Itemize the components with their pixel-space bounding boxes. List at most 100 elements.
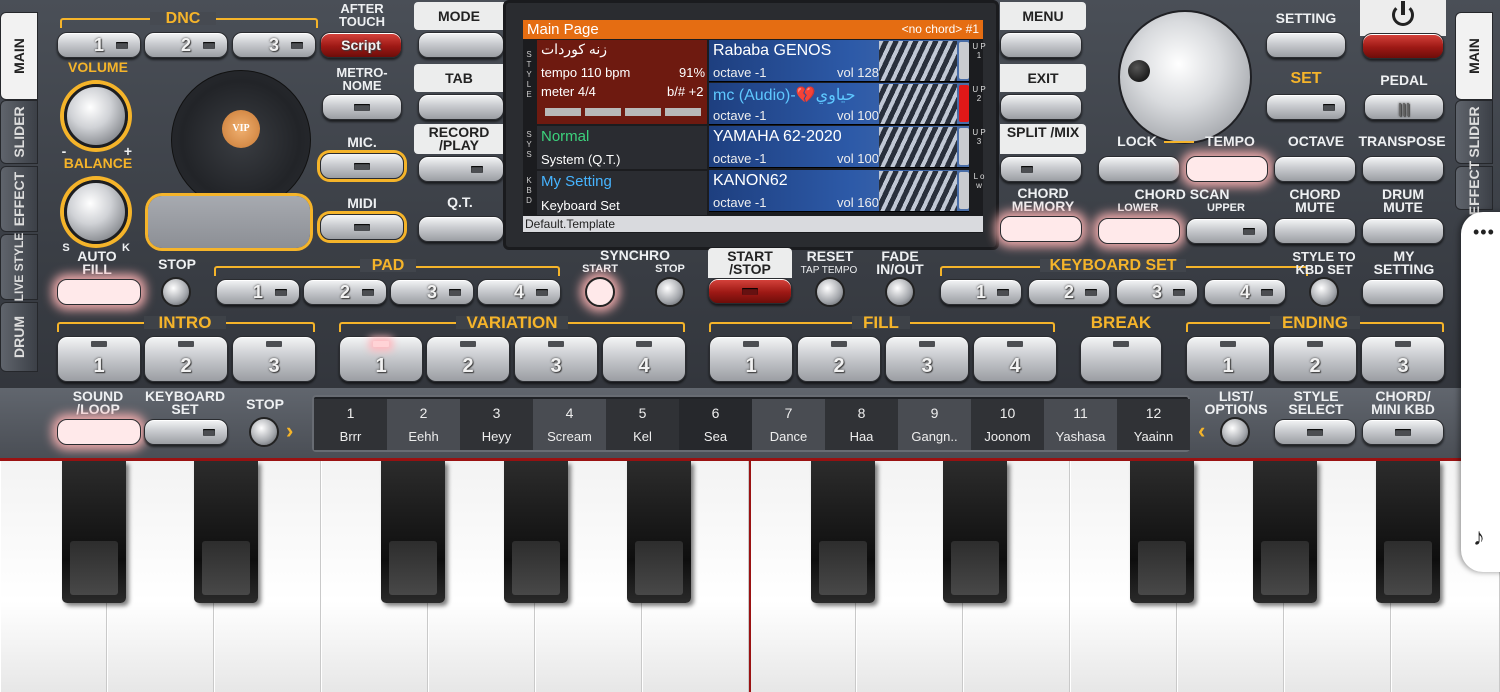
keyboard-set-button-4[interactable]: 4 [1204, 279, 1286, 305]
break-button[interactable] [1080, 336, 1162, 382]
pad-stop-button[interactable] [161, 277, 191, 307]
dnc-button-3[interactable]: 3 [232, 32, 316, 58]
intro-button-2[interactable]: 2 [144, 336, 228, 382]
drum-pad-4[interactable]: 4 Scream [533, 399, 606, 450]
fade-button[interactable] [885, 277, 915, 307]
variation-button-1[interactable]: 1 [339, 336, 423, 382]
volume-knob[interactable] [64, 84, 128, 148]
tab-drum[interactable]: DRUM [0, 302, 38, 372]
pad-button-3[interactable]: 3 [390, 279, 474, 305]
variation-button-4[interactable]: 4 [602, 336, 686, 382]
edge-side-menu[interactable]: ••• ♪ [1461, 212, 1500, 572]
voice-toggle[interactable] [959, 172, 969, 209]
fill-button-1[interactable]: 1 [709, 336, 793, 382]
black-key[interactable] [504, 461, 568, 603]
ending-button-3[interactable]: 3 [1361, 336, 1445, 382]
black-key[interactable] [194, 461, 258, 603]
display-slot[interactable] [148, 196, 310, 248]
mic-button[interactable] [320, 153, 404, 179]
drum-pad-8[interactable]: 8 Haa [825, 399, 898, 450]
balance-knob[interactable] [64, 180, 128, 244]
style-to-kbd-button[interactable] [1309, 277, 1339, 307]
list-options-knob[interactable] [1220, 417, 1250, 447]
ending-button-2[interactable]: 2 [1273, 336, 1357, 382]
tab-button[interactable] [418, 94, 504, 120]
mode-button[interactable] [418, 32, 504, 58]
drum-pad-2[interactable]: 2 Eehh [387, 399, 460, 450]
midi-button[interactable] [320, 214, 404, 240]
my-setting-button[interactable] [1362, 279, 1444, 305]
black-key[interactable] [62, 461, 126, 603]
black-key[interactable] [811, 461, 875, 603]
pad-stop2-button[interactable] [249, 417, 279, 447]
octave-button[interactable] [1274, 156, 1356, 182]
more-dots-icon[interactable]: ••• [1473, 222, 1495, 243]
chevron-left-icon[interactable]: ‹ [1198, 418, 1205, 444]
black-key[interactable] [1253, 461, 1317, 603]
voice-upper3[interactable]: YAMAHA 62-2020 octave -1 vol 100 U P 3 [709, 126, 986, 168]
drum-pad-11[interactable]: 11 Yashasa [1044, 399, 1117, 450]
drum-pad-7[interactable]: 7 Dance [752, 399, 825, 450]
keyboard-set-button-2[interactable]: 2 [1028, 279, 1110, 305]
drum-pad-3[interactable]: 3 Heyy [460, 399, 533, 450]
voice-toggle[interactable] [959, 42, 969, 79]
dnc-button-2[interactable]: 2 [144, 32, 228, 58]
pad-button-4[interactable]: 4 [477, 279, 561, 305]
drum-pad-1[interactable]: 1 Brrr [314, 399, 387, 450]
drum-pad-5[interactable]: 5 Kel [606, 399, 679, 450]
drum-mute-button[interactable] [1362, 218, 1444, 244]
tab-live-style[interactable]: LIVE STYLE [0, 233, 38, 301]
intro-button-1[interactable]: 1 [57, 336, 141, 382]
fill-button-4[interactable]: 4 [973, 336, 1057, 382]
script-button[interactable]: Script [320, 32, 402, 58]
keyboard-set-button-1[interactable]: 1 [940, 279, 1022, 305]
sound-loop-button[interactable] [57, 419, 141, 445]
tempo-button[interactable] [1186, 156, 1268, 182]
intro-button-3[interactable]: 3 [232, 336, 316, 382]
music-note-icon[interactable]: ♪ [1473, 524, 1485, 552]
drum-pad-9[interactable]: 9 Gangn.. [898, 399, 971, 450]
keyboard-set-toggle-button[interactable] [144, 419, 228, 445]
tab-main-right[interactable]: MAIN [1455, 12, 1493, 100]
reset-button[interactable] [815, 277, 845, 307]
system-panel[interactable]: Normal System (Q.T.) [537, 126, 707, 169]
qt-button[interactable] [418, 216, 504, 242]
tab-slider-right[interactable]: SLIDER [1455, 100, 1493, 164]
start-stop-button[interactable] [708, 278, 792, 304]
keyboard-set-button-3[interactable]: 3 [1116, 279, 1198, 305]
variation-button-3[interactable]: 3 [514, 336, 598, 382]
black-key[interactable] [943, 461, 1007, 603]
metronome-button[interactable] [322, 94, 402, 120]
pad-button-2[interactable]: 2 [303, 279, 387, 305]
pad-button-1[interactable]: 1 [216, 279, 300, 305]
auto-fill-button[interactable] [57, 279, 141, 305]
tab-effect-left[interactable]: EFFECT [0, 166, 38, 232]
chord-mini-kbd-button[interactable] [1362, 419, 1444, 445]
black-key[interactable] [1376, 461, 1440, 603]
black-key[interactable] [627, 461, 691, 603]
tab-main-left[interactable]: MAIN [0, 12, 38, 100]
style-panel[interactable]: زنه كوردات tempo 110 bpm 91% meter 4/4 b… [537, 40, 707, 124]
set-button[interactable] [1266, 94, 1346, 120]
drum-pad-12[interactable]: 12 Yaainn [1117, 399, 1190, 450]
variation-button-2[interactable]: 2 [426, 336, 510, 382]
record-play-button[interactable] [418, 156, 504, 182]
setting-button[interactable] [1266, 32, 1346, 58]
keyboard-set-panel[interactable]: My Setting Keyboard Set [537, 171, 707, 215]
tab-slider-left[interactable]: SLIDER [0, 100, 38, 164]
chevron-right-icon[interactable]: › [286, 418, 293, 444]
lock-button[interactable] [1098, 156, 1180, 182]
fill-button-2[interactable]: 2 [797, 336, 881, 382]
chord-scan-lower-button[interactable] [1098, 218, 1180, 244]
drum-pad-6[interactable]: 6 Sea [679, 399, 752, 450]
split-mix-button[interactable] [1000, 156, 1082, 182]
voice-toggle[interactable] [959, 85, 969, 122]
synchro-start-button[interactable] [585, 277, 615, 307]
black-key[interactable] [1130, 461, 1194, 603]
chord-scan-upper-button[interactable] [1186, 218, 1268, 244]
voice-upper2[interactable]: mc (Audio)-💔حياوي octave -1 vol 100 U P … [709, 83, 986, 125]
dnc-button-1[interactable]: 1 [57, 32, 141, 58]
voice-toggle[interactable] [959, 128, 969, 165]
voice-lower[interactable]: KANON62 octave -1 vol 160 L o w [709, 170, 984, 212]
pedal-button[interactable]: ||| [1364, 94, 1444, 120]
